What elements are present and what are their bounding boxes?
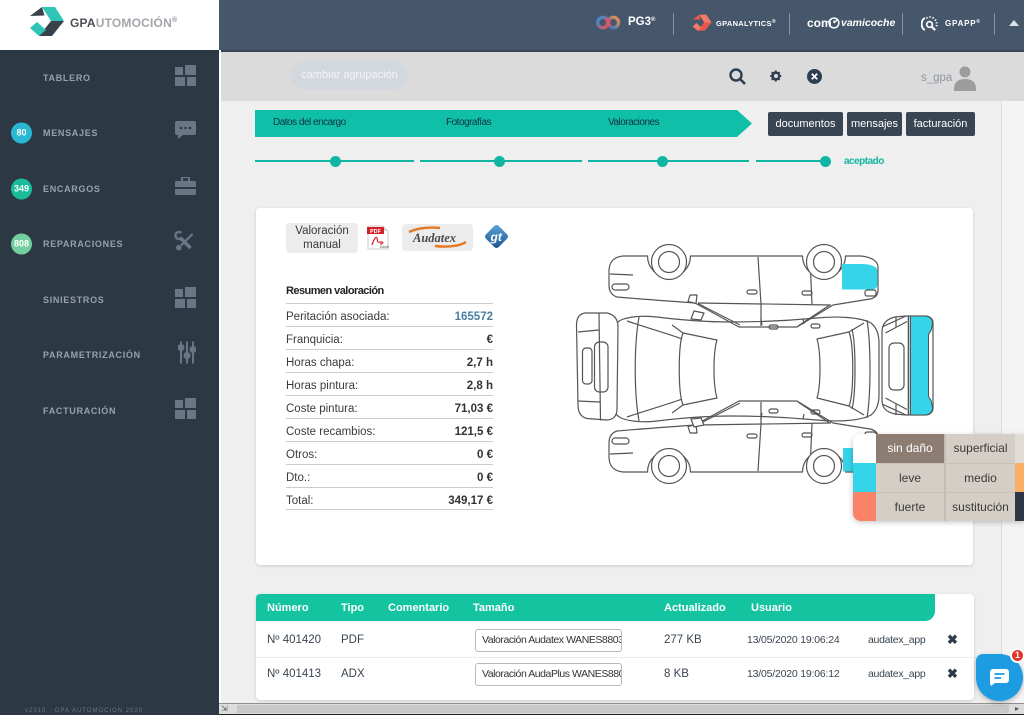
svg-text:Audatex: Audatex bbox=[412, 231, 456, 245]
svg-text:gt: gt bbox=[490, 230, 503, 244]
svg-text:Adobe: Adobe bbox=[380, 245, 389, 249]
svg-text:PDF: PDF bbox=[370, 229, 382, 235]
